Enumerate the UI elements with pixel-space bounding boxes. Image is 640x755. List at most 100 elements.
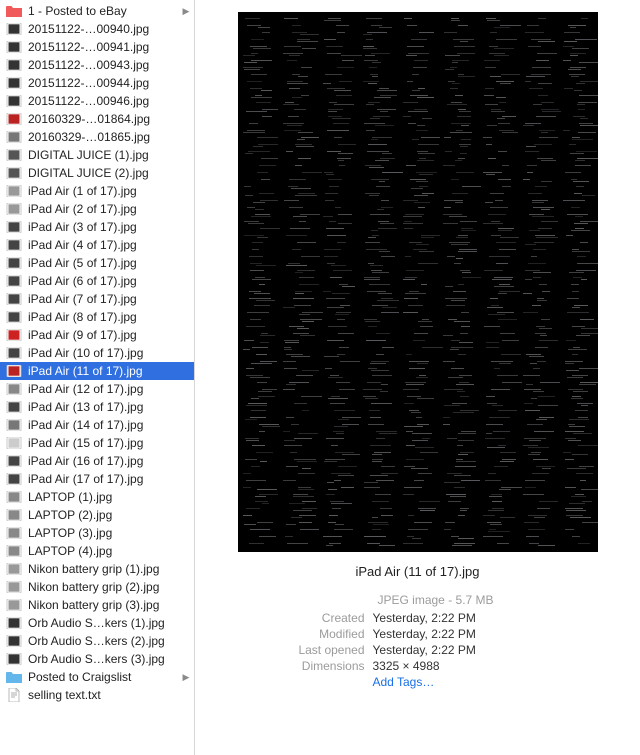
image-thumbnail-icon <box>6 508 22 522</box>
file-row[interactable]: iPad Air (4 of 17).jpg <box>0 236 194 254</box>
file-row[interactable]: 20151122-…00944.jpg <box>0 74 194 92</box>
image-thumbnail-icon <box>6 490 22 504</box>
file-row[interactable]: iPad Air (3 of 17).jpg <box>0 218 194 236</box>
file-label: 20151122-…00941.jpg <box>28 40 190 54</box>
file-row[interactable]: iPad Air (2 of 17).jpg <box>0 200 194 218</box>
image-thumbnail-icon <box>6 310 22 324</box>
add-tags-link[interactable]: Add Tags… <box>373 675 435 689</box>
file-row[interactable]: selling text.txt <box>0 686 194 704</box>
file-label: iPad Air (6 of 17).jpg <box>28 274 190 288</box>
file-row[interactable]: LAPTOP (4).jpg <box>0 542 194 560</box>
image-thumbnail-icon <box>6 148 22 162</box>
file-row[interactable]: Nikon battery grip (2).jpg <box>0 578 194 596</box>
folder-row[interactable]: 1 - Posted to eBay▶ <box>0 2 194 20</box>
image-thumbnail-icon <box>6 328 22 342</box>
image-thumbnail-icon <box>6 238 22 252</box>
preview-metadata: JPEG image - 5.7 MB CreatedYesterday, 2:… <box>238 593 598 691</box>
file-label: LAPTOP (1).jpg <box>28 490 190 504</box>
preview-type-line: JPEG image - 5.7 MB <box>238 593 598 607</box>
file-label: Nikon battery grip (3).jpg <box>28 598 190 612</box>
file-row[interactable]: iPad Air (15 of 17).jpg <box>0 434 194 452</box>
metadata-value: Yesterday, 2:22 PM <box>373 643 476 657</box>
image-thumbnail-icon <box>6 580 22 594</box>
folder-row[interactable]: Posted to Craigslist▶ <box>0 668 194 686</box>
metadata-value: Yesterday, 2:22 PM <box>373 611 476 625</box>
file-label: iPad Air (5 of 17).jpg <box>28 256 190 270</box>
file-row[interactable]: iPad Air (9 of 17).jpg <box>0 326 194 344</box>
disclosure-triangle-icon[interactable]: ▶ <box>182 673 190 682</box>
file-label: DIGITAL JUICE (2).jpg <box>28 166 190 180</box>
file-row[interactable]: iPad Air (14 of 17).jpg <box>0 416 194 434</box>
file-row[interactable]: iPad Air (10 of 17).jpg <box>0 344 194 362</box>
file-row[interactable]: 20151122-…00943.jpg <box>0 56 194 74</box>
file-row[interactable]: 20151122-…00941.jpg <box>0 38 194 56</box>
file-row[interactable]: Orb Audio S…kers (1).jpg <box>0 614 194 632</box>
file-row[interactable]: iPad Air (7 of 17).jpg <box>0 290 194 308</box>
file-row[interactable]: iPad Air (11 of 17).jpg <box>0 362 194 380</box>
file-row[interactable]: 20151122-…00946.jpg <box>0 92 194 110</box>
file-label: Orb Audio S…kers (3).jpg <box>28 652 190 666</box>
file-row[interactable]: DIGITAL JUICE (2).jpg <box>0 164 194 182</box>
image-thumbnail-icon <box>6 166 22 180</box>
metadata-row: Dimensions3325 × 4988 <box>238 659 598 673</box>
file-row[interactable]: Orb Audio S…kers (2).jpg <box>0 632 194 650</box>
file-label: 20151122-…00943.jpg <box>28 58 190 72</box>
file-label: iPad Air (3 of 17).jpg <box>28 220 190 234</box>
image-thumbnail-icon <box>6 58 22 72</box>
file-row[interactable]: iPad Air (17 of 17).jpg <box>0 470 194 488</box>
file-row[interactable]: iPad Air (6 of 17).jpg <box>0 272 194 290</box>
file-row[interactable]: Orb Audio S…kers (3).jpg <box>0 650 194 668</box>
file-row[interactable]: iPad Air (12 of 17).jpg <box>0 380 194 398</box>
file-row[interactable]: 20160329-…01865.jpg <box>0 128 194 146</box>
metadata-key: Modified <box>238 627 373 641</box>
file-label: Posted to Craigslist <box>28 670 182 684</box>
file-row[interactable]: 20160329-…01864.jpg <box>0 110 194 128</box>
file-label: Nikon battery grip (1).jpg <box>28 562 190 576</box>
image-thumbnail-icon <box>6 382 22 396</box>
file-row[interactable]: DIGITAL JUICE (1).jpg <box>0 146 194 164</box>
file-row[interactable]: iPad Air (16 of 17).jpg <box>0 452 194 470</box>
file-row[interactable]: Nikon battery grip (1).jpg <box>0 560 194 578</box>
file-row[interactable]: LAPTOP (3).jpg <box>0 524 194 542</box>
image-thumbnail-icon <box>6 76 22 90</box>
image-thumbnail-icon <box>6 652 22 666</box>
image-thumbnail-icon <box>6 202 22 216</box>
file-label: 20151122-…00946.jpg <box>28 94 190 108</box>
file-row[interactable]: iPad Air (1 of 17).jpg <box>0 182 194 200</box>
image-thumbnail-icon <box>6 436 22 450</box>
file-row[interactable]: LAPTOP (2).jpg <box>0 506 194 524</box>
metadata-key: Last opened <box>238 643 373 657</box>
file-label: LAPTOP (2).jpg <box>28 508 190 522</box>
metadata-value: Yesterday, 2:22 PM <box>373 627 476 641</box>
image-thumbnail-icon <box>6 562 22 576</box>
file-row[interactable]: iPad Air (13 of 17).jpg <box>0 398 194 416</box>
image-thumbnail-icon <box>6 364 22 378</box>
file-label: iPad Air (9 of 17).jpg <box>28 328 190 342</box>
file-label: iPad Air (11 of 17).jpg <box>28 364 190 378</box>
file-label: 20160329-…01865.jpg <box>28 130 190 144</box>
image-thumbnail-icon <box>6 418 22 432</box>
file-label: iPad Air (16 of 17).jpg <box>28 454 190 468</box>
file-label: iPad Air (17 of 17).jpg <box>28 472 190 486</box>
image-thumbnail-icon <box>6 454 22 468</box>
file-label: iPad Air (10 of 17).jpg <box>28 346 190 360</box>
file-row[interactable]: 20151122-…00940.jpg <box>0 20 194 38</box>
file-list-sidebar[interactable]: 1 - Posted to eBay▶20151122-…00940.jpg 20… <box>0 0 195 755</box>
image-thumbnail-icon <box>6 400 22 414</box>
file-label: LAPTOP (4).jpg <box>28 544 190 558</box>
preview-image <box>238 12 598 552</box>
file-label: iPad Air (12 of 17).jpg <box>28 382 190 396</box>
metadata-row: ModifiedYesterday, 2:22 PM <box>238 627 598 641</box>
file-row[interactable]: LAPTOP (1).jpg <box>0 488 194 506</box>
file-row[interactable]: Nikon battery grip (3).jpg <box>0 596 194 614</box>
file-label: selling text.txt <box>28 688 190 702</box>
disclosure-triangle-icon[interactable]: ▶ <box>182 7 190 16</box>
image-thumbnail-icon <box>6 184 22 198</box>
file-row[interactable]: iPad Air (8 of 17).jpg <box>0 308 194 326</box>
metadata-row: CreatedYesterday, 2:22 PM <box>238 611 598 625</box>
file-label: iPad Air (15 of 17).jpg <box>28 436 190 450</box>
file-row[interactable]: iPad Air (5 of 17).jpg <box>0 254 194 272</box>
file-label: iPad Air (13 of 17).jpg <box>28 400 190 414</box>
image-thumbnail-icon <box>6 256 22 270</box>
file-label: iPad Air (2 of 17).jpg <box>28 202 190 216</box>
